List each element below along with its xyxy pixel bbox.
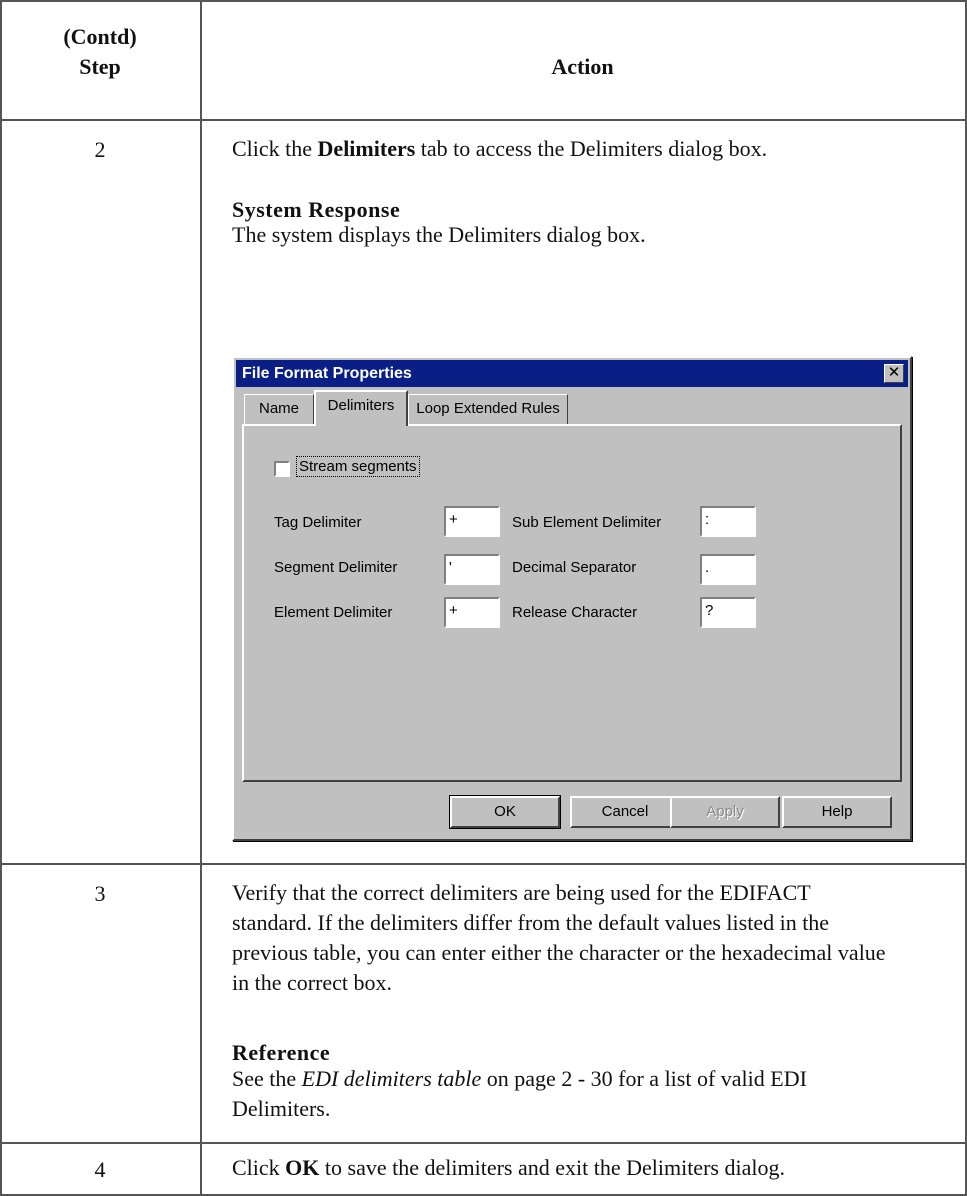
- element-delimiter-label: Element Delimiter: [274, 604, 393, 621]
- cancel-button[interactable]: Cancel: [570, 796, 680, 828]
- step-4-instruction: Click OK to save the delimiters and exit…: [232, 1155, 785, 1180]
- step-header-label: Step: [79, 54, 121, 79]
- delimiters-tab-ref: Delimiters: [317, 136, 416, 161]
- apply-button[interactable]: Apply: [670, 796, 780, 828]
- sub-element-delimiter-label: Sub Element Delimiter: [512, 514, 662, 531]
- procedure-table: (Contd) Step Action 2 3 4 Click the Deli…: [0, 0, 967, 1196]
- segment-delimiter-label: Segment Delimiter: [274, 559, 398, 576]
- column-divider: [200, 0, 202, 1196]
- system-response-text: The system displays the Delimiters dialo…: [232, 222, 646, 247]
- tab-loop-extended-rules[interactable]: Loop Extended Rules: [408, 394, 568, 425]
- release-character-label: Release Character: [512, 604, 638, 621]
- header-divider: [0, 119, 967, 121]
- step-number: 3: [94, 881, 106, 906]
- edi-delimiters-table-link[interactable]: EDI delimiters table: [302, 1066, 482, 1091]
- dialog-title: File Format Properties: [242, 365, 412, 382]
- element-delimiter-input[interactable]: +: [444, 597, 500, 628]
- row-divider: [0, 1142, 967, 1144]
- step-header-contd: (Contd): [63, 24, 137, 49]
- reference-text: See the EDI delimiters table on page 2 -…: [232, 1066, 807, 1121]
- tab-name[interactable]: Name: [244, 394, 314, 425]
- release-character-input[interactable]: ?: [700, 597, 756, 628]
- reference-heading: Reference: [232, 1040, 331, 1065]
- decimal-separator-label: Decimal Separator: [512, 559, 637, 576]
- sub-element-delimiter-input[interactable]: :: [700, 506, 756, 537]
- step-3-instruction: Verify that the correct delimiters are b…: [232, 880, 886, 995]
- step-number: 2: [94, 137, 106, 162]
- tag-delimiter-input[interactable]: +: [444, 506, 500, 537]
- dialog-titlebar[interactable]: File Format Properties ✕: [236, 360, 908, 387]
- close-icon[interactable]: ✕: [884, 364, 904, 383]
- step-header: (Contd) Step: [0, 22, 200, 82]
- table-border-left: [0, 0, 2, 1196]
- action-header: Action: [551, 54, 614, 79]
- file-format-properties-dialog: File Format Properties ✕ Name Delimiters…: [232, 356, 912, 841]
- tab-delimiters[interactable]: Delimiters: [314, 390, 408, 426]
- step-number: 4: [94, 1157, 106, 1182]
- decimal-separator-input[interactable]: .: [700, 554, 756, 585]
- row-divider: [0, 863, 967, 865]
- segment-delimiter-input[interactable]: ': [444, 554, 500, 585]
- tag-delimiter-label: Tag Delimiter: [274, 514, 362, 531]
- stream-segments-checkbox[interactable]: [274, 461, 290, 477]
- ok-ref: OK: [285, 1155, 320, 1180]
- step-2-instruction: Click the Delimiters tab to access the D…: [232, 136, 768, 161]
- delimiters-panel: Stream segments Tag Delimiter + Segment …: [242, 424, 902, 782]
- stream-segments-label[interactable]: Stream segments: [296, 456, 420, 477]
- help-button[interactable]: Help: [782, 796, 892, 828]
- table-border-top: [0, 0, 967, 2]
- ok-button[interactable]: OK: [449, 795, 561, 829]
